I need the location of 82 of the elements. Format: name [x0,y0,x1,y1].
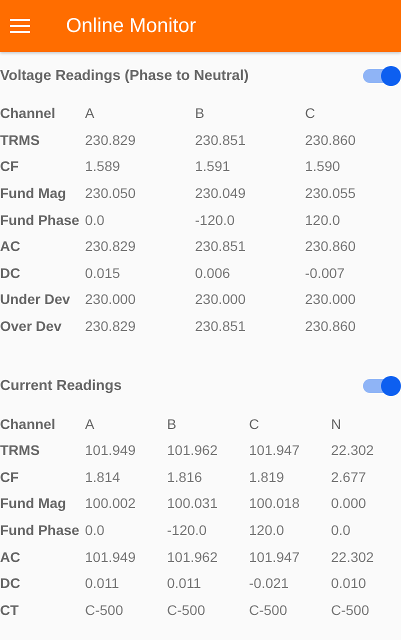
table-cell-text: -120.0 [167,522,208,538]
row-label: DC [0,575,22,592]
row-label: AC [0,238,22,254]
table-cell-text: 1.589 [85,158,122,174]
table-cell-text: -0.007 [305,264,346,281]
table-cell-text: 100.031 [167,495,219,512]
table-cell-text: 230.860 [305,132,357,148]
column-header: C [249,416,260,432]
table-cell-text: 1.591 [195,158,232,174]
table-cell-text: 230.860 [305,318,357,334]
table-cell-text: 22.302 [331,442,375,458]
app-title: Online Monitor [66,14,196,38]
table-cell-text: 0.011 [167,575,202,592]
row-label: Fund Mag [0,185,68,202]
table-cell-text: 120.0 [305,212,342,228]
table-cell-text: 230.829 [85,318,137,334]
table-cell-text: 1.816 [167,468,204,485]
row-label: AC [0,548,22,565]
column-header: N [331,416,342,432]
table-cell-text: 100.018 [249,495,301,512]
table-cell-text: 230.000 [305,291,357,308]
row-label: TRMS [0,132,41,148]
row-label: Fund Phase [0,212,80,228]
table-cell-text: 0.006 [195,264,232,281]
table-cell-text: 230.000 [195,291,247,308]
row-label: Fund Mag [0,495,68,512]
table-cell-text: C-500 [167,602,206,618]
table-cell-text: 101.949 [85,442,137,458]
table-cell-text: 230.860 [305,238,357,254]
table-cell-text: 100.002 [85,495,137,512]
table-cell-text: 120.0 [249,522,286,538]
table-cell-text: 0.010 [331,575,368,592]
table-cell-text: 0.0 [85,212,106,228]
table-cell-text: 101.962 [167,548,219,565]
column-header: A [85,416,96,432]
table-cell-text: 230.851 [195,132,247,148]
table-cell-text: 0.000 [331,495,368,512]
row-label: Fund Phase [0,522,80,538]
table-cell-text: 101.947 [249,548,301,565]
column-header: B [167,416,178,432]
table-cell-text: 230.851 [195,318,247,334]
section-title: Voltage Readings (Phase to Neutral) [0,68,249,84]
table-cell-text: -120.0 [195,212,236,228]
table-cell-text: 230.829 [85,238,137,254]
menu-icon[interactable] [10,18,30,34]
toggle-switch[interactable] [363,66,401,86]
row-label: CF [0,468,20,485]
row-label: TRMS [0,442,41,458]
row-label: CT [0,602,20,618]
column-header: Channel [0,416,56,432]
section-title: Current Readings [0,378,122,394]
table-cell-text: 2.677 [331,468,368,485]
table-cell-text: 1.814 [85,468,122,485]
column-header: B [195,105,206,122]
column-header: Channel [0,105,56,122]
table-cell-text: -0.021 [249,575,290,592]
table-cell-text: 101.962 [167,442,219,458]
row-label: DC [0,264,22,281]
table-cell-text: 101.947 [249,442,301,458]
table-cell-text: C-500 [85,602,124,618]
table-cell-text: 0.011 [85,575,120,592]
table-cell-text: 0.0 [331,522,352,538]
column-header: A [85,105,96,122]
table-cell-text: 230.055 [305,185,357,202]
row-label: CF [0,158,20,174]
table-cell-text: 0.015 [85,264,122,281]
table-cell-text: C-500 [249,602,288,618]
table-cell-text: 230.050 [85,185,137,202]
table-cell-text: 230.000 [85,291,137,308]
toggle-switch[interactable] [363,376,401,396]
table-cell-text: 230.829 [85,132,137,148]
column-header: C [305,105,316,122]
table-cell-text: 0.0 [85,522,106,538]
row-label: Over Dev [0,318,62,334]
table-cell-text: 1.819 [249,468,286,485]
table-cell-text: 22.302 [331,548,375,565]
table-cell-text: 1.590 [305,158,342,174]
table-cell-text: 101.949 [85,548,137,565]
row-label: Under Dev [0,291,72,308]
table-cell-text: 230.851 [195,238,247,254]
table-cell-text: 230.049 [195,185,247,202]
table-cell-text: C-500 [331,602,370,618]
